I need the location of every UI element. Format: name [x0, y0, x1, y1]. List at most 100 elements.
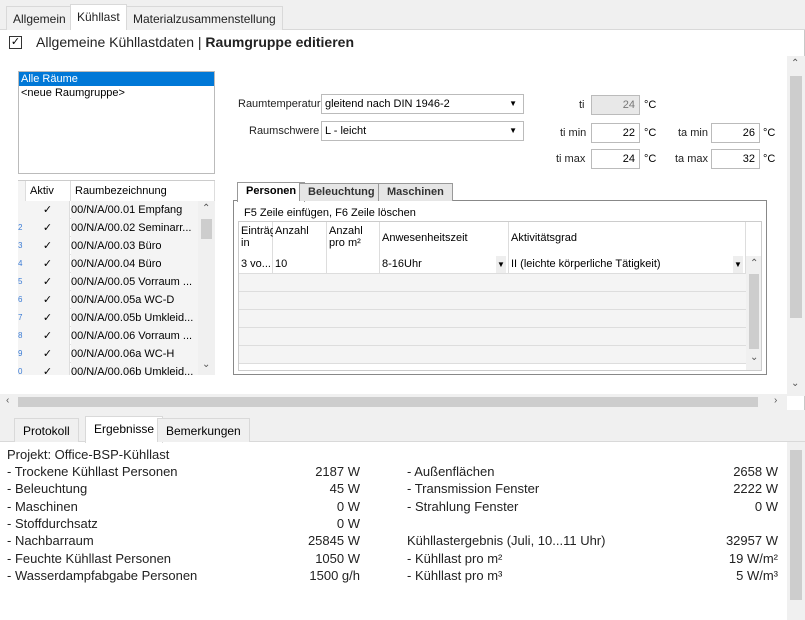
aktiv-cell[interactable]: ✓ [26, 309, 70, 327]
empty-row[interactable] [239, 292, 746, 310]
scroll-thumb[interactable] [749, 274, 759, 349]
aktiv-cell[interactable]: ✓ [26, 201, 70, 219]
aktiv-cell[interactable]: ✓ [26, 327, 70, 345]
ta-max-field[interactable]: 32 [711, 149, 760, 169]
title-prefix: Allgemeine Kühllastdaten [36, 34, 194, 50]
hscroll-thumb[interactable] [18, 397, 758, 407]
scroll-up-icon[interactable]: ⌃ [202, 203, 210, 214]
scroll-up-icon[interactable]: ⌃ [791, 58, 799, 69]
scroll-left-icon[interactable]: ‹ [6, 395, 9, 406]
raumbezeichnung-cell[interactable]: 00/N/A/00.05 Vorraum ... [71, 273, 199, 291]
aktiv-cell[interactable]: ✓ [26, 291, 70, 309]
title-separator: | [197, 34, 202, 50]
tab-personen[interactable]: Personen [237, 182, 306, 202]
aktiv-cell[interactable]: ✓ [26, 345, 70, 363]
main-horizontal-scrollbar[interactable]: ‹ › [0, 394, 787, 410]
raumtemperatur-select[interactable]: gleitend nach DIN 1946-2 ▼ [321, 94, 524, 114]
table-header-raumbezeichnung[interactable]: Raumbezeichnung [71, 181, 215, 201]
raumbezeichnung-cell[interactable]: 00/N/A/00.03 Büro [71, 237, 199, 255]
cell-eintrag[interactable]: 3 vo... [239, 256, 273, 274]
table-header-aktiv[interactable]: Aktiv [26, 181, 71, 201]
raumschwere-select[interactable]: L - leicht ▼ [321, 121, 524, 141]
aktiv-cell[interactable]: ✓ [26, 237, 70, 255]
scroll-right-icon[interactable]: › [774, 395, 777, 406]
aktiv-cell[interactable]: ✓ [26, 255, 70, 273]
results-scrollbar[interactable] [787, 442, 805, 620]
table-row[interactable]: 8 ✓ 00/N/A/00.06 Vorraum ... [18, 327, 199, 345]
aktiv-cell[interactable]: ✓ [26, 219, 70, 237]
chevron-down-icon[interactable]: ▼ [509, 122, 517, 140]
raum-table-scrollbar[interactable]: ⌃ ⌄ [198, 201, 215, 375]
raumbezeichnung-cell[interactable]: 00/N/A/00.06b Umkleid... [71, 363, 199, 375]
scroll-down-icon[interactable]: ⌄ [202, 359, 210, 370]
raumgruppen-list[interactable]: Alle Räume <neue Raumgruppe> [18, 71, 215, 174]
table-row[interactable]: ✓ 00/N/A/00.01 Empfang [18, 201, 199, 219]
cell-aktivitaetsgrad[interactable]: II (leichte körperliche Tätigkeit) ▼ [509, 256, 746, 274]
scroll-up-icon[interactable]: ⌃ [750, 258, 758, 269]
tab-bemerkungen[interactable]: Bemerkungen [157, 418, 250, 442]
check-icon: ✓ [42, 204, 53, 216]
list-item-alle-raeume[interactable]: Alle Räume [19, 72, 214, 86]
raumbezeichnung-cell[interactable]: 00/N/A/00.01 Empfang [71, 201, 199, 219]
main-vertical-scrollbar[interactable]: ⌃ ⌄ [787, 56, 805, 396]
table-row[interactable]: 9 ✓ 00/N/A/00.06a WC-H [18, 345, 199, 363]
tab-materialzusammenstellung[interactable]: Materialzusammenstellung [126, 6, 283, 30]
empty-row[interactable] [239, 274, 746, 292]
raumbezeichnung-cell[interactable]: 00/N/A/00.06 Vorraum ... [71, 327, 199, 345]
cell-anzahl-pro-m2[interactable] [327, 256, 380, 274]
scroll-thumb[interactable] [201, 219, 212, 239]
grid-scrollbar[interactable]: ⌃ ⌄ [746, 256, 761, 370]
table-row[interactable]: 7 ✓ 00/N/A/00.05b Umkleid... [18, 309, 199, 327]
tab-beleuchtung[interactable]: Beleuchtung [299, 183, 384, 201]
table-row[interactable]: 2 ✓ 00/N/A/00.02 Seminarr... [18, 219, 199, 237]
table-row[interactable]: 4 ✓ 00/N/A/00.04 Büro [18, 255, 199, 273]
ta-min-field[interactable]: 26 [711, 123, 760, 143]
ti-field: 24 [591, 95, 640, 115]
raumtemperatur-label: Raumtemperatur [238, 98, 321, 110]
grid-header-anwesenheitszeit[interactable]: Anwesenheitszeit [380, 222, 509, 256]
tab-allgemein[interactable]: Allgemein [6, 6, 73, 30]
scroll-down-icon[interactable]: ⌄ [750, 352, 758, 363]
table-row[interactable]: 3 ✓ 00/N/A/00.03 Büro [18, 237, 199, 255]
scroll-thumb[interactable] [790, 76, 802, 318]
raumbezeichnung-cell[interactable]: 00/N/A/00.06a WC-H [71, 345, 199, 363]
raumbezeichnung-cell[interactable]: 00/N/A/00.05b Umkleid... [71, 309, 199, 327]
list-item-neue-raumgruppe[interactable]: <neue Raumgruppe> [19, 86, 214, 100]
tab-ergebnisse[interactable]: Ergebnisse [85, 416, 164, 443]
empty-row[interactable] [239, 310, 746, 328]
table-row[interactable]: 6 ✓ 00/N/A/00.05a WC-D [18, 291, 199, 309]
ti-min-field[interactable]: 22 [591, 123, 640, 143]
tab-maschinen[interactable]: Maschinen [378, 183, 453, 201]
table-row[interactable]: 0 ✓ 00/N/A/00.06b Umkleid... [18, 363, 199, 375]
grid-header-anzahl[interactable]: Anzahl [273, 222, 327, 256]
scroll-thumb[interactable] [790, 450, 802, 600]
aktiv-cell[interactable]: ✓ [26, 363, 70, 375]
tab-kuehllast[interactable]: Kühllast [70, 4, 127, 31]
projekt-label: Projekt: Office-BSP-Kühllast [7, 447, 170, 462]
main-tabbar: Allgemein Kühllast Materialzusammenstell… [0, 0, 805, 31]
chevron-down-icon[interactable]: ▼ [509, 95, 517, 113]
row-marker: 2 [18, 219, 26, 237]
chevron-down-icon[interactable]: ▼ [733, 256, 743, 273]
empty-row[interactable] [239, 346, 746, 364]
aktiv-cell[interactable]: ✓ [26, 273, 70, 291]
raumbezeichnung-cell[interactable]: 00/N/A/00.05a WC-D [71, 291, 199, 309]
grid-header-aktivitaetsgrad[interactable]: Aktivitätsgrad [509, 222, 746, 256]
ti-label: ti [579, 99, 585, 111]
grid-header-eintrag[interactable]: Einträg in [239, 222, 276, 256]
raumbezeichnung-cell[interactable]: 00/N/A/00.04 Büro [71, 255, 199, 273]
result-label: - Außenflächen [407, 464, 495, 479]
grid-header-anzahl-pro-m2[interactable]: Anzahl pro m² [327, 222, 380, 256]
kuehllast-checkbox[interactable]: ✓ [9, 36, 22, 49]
table-row[interactable]: 5 ✓ 00/N/A/00.05 Vorraum ... [18, 273, 199, 291]
result-label: - Feuchte Kühllast Personen [7, 550, 172, 566]
ti-max-field[interactable]: 24 [591, 149, 640, 169]
tab-protokoll[interactable]: Protokoll [14, 418, 79, 442]
scroll-down-icon[interactable]: ⌄ [791, 378, 799, 389]
result-label: - Trockene Kühllast Personen [7, 464, 178, 479]
raumbezeichnung-cell[interactable]: 00/N/A/00.02 Seminarr... [71, 219, 199, 237]
chevron-down-icon[interactable]: ▼ [496, 256, 506, 273]
cell-anzahl[interactable]: 10 [273, 256, 327, 274]
empty-row[interactable] [239, 328, 746, 346]
cell-anwesenheitszeit[interactable]: 8-16Uhr ▼ [380, 256, 509, 274]
